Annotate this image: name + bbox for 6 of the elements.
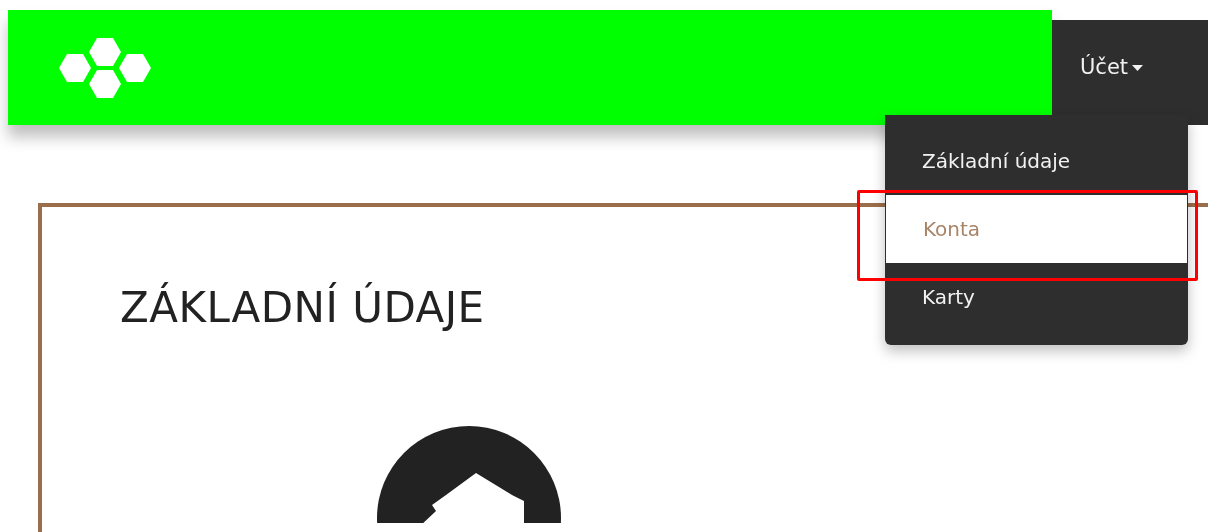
- menu-item[interactable]: Karty: [885, 263, 1186, 331]
- menu-item[interactable]: Základní údaje: [885, 127, 1186, 195]
- avatar-icon: [374, 423, 564, 524]
- account-menu-button[interactable]: Účet: [1080, 52, 1144, 84]
- caret-icon: [1132, 64, 1144, 71]
- page-heading: ZÁKLADNÍ ÚDAJE: [120, 283, 485, 334]
